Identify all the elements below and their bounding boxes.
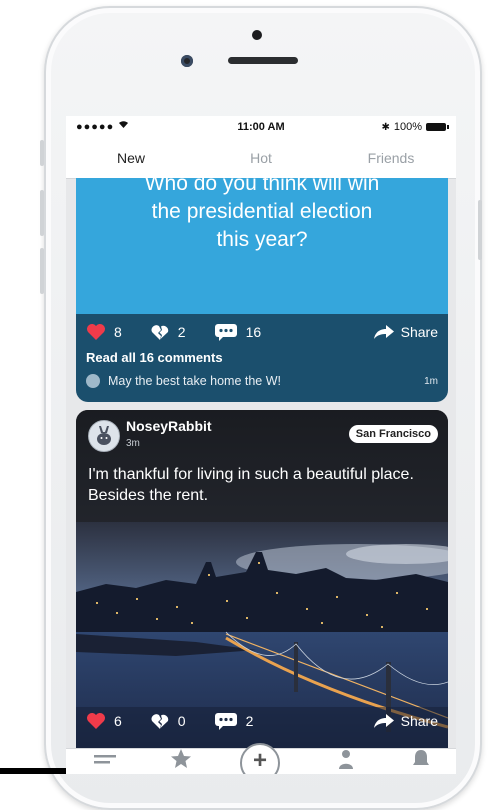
- post-time: 3m: [126, 438, 140, 449]
- menu-lines-icon: [94, 755, 116, 764]
- share-label: Share: [400, 713, 438, 729]
- comments-button[interactable]: 16: [214, 323, 262, 341]
- proximity-sensor: [252, 30, 262, 40]
- dislike-count: 0: [177, 713, 186, 729]
- tab-hot[interactable]: Hot: [196, 138, 326, 178]
- post-actions: 6 0 2 Share: [76, 704, 448, 738]
- share-arrow-icon: [373, 325, 394, 339]
- heart-icon: [87, 713, 105, 729]
- broken-heart-icon: [151, 714, 168, 729]
- comments-button[interactable]: 2: [214, 712, 254, 730]
- bell-icon: [413, 750, 429, 765]
- question-area: Who do you think will win the presidenti…: [76, 178, 448, 314]
- feed-tabs: New Hot Friends: [66, 138, 456, 179]
- commenter-avatar: [86, 374, 100, 388]
- location-badge[interactable]: San Francisco: [348, 425, 438, 443]
- profile-nav-button[interactable]: [338, 749, 354, 774]
- avatar[interactable]: [88, 420, 120, 452]
- like-button[interactable]: 8: [86, 323, 122, 341]
- share-label: Share: [400, 324, 438, 340]
- power-button: [478, 200, 482, 260]
- dislike-button[interactable]: 0: [150, 712, 186, 730]
- bottom-navigation: +: [66, 743, 456, 774]
- question-text: Who do you think will win the presidenti…: [96, 178, 428, 254]
- question-line: the presidential election: [151, 200, 373, 223]
- top-comment-text: May the best take home the W!: [108, 374, 281, 388]
- edge-artifact: [0, 768, 66, 774]
- like-count: 8: [114, 324, 122, 340]
- app-screen: ●●●●● 11:00 AM ✱ 100% New Hot Friends Wh…: [66, 116, 456, 774]
- activity-nav-button[interactable]: [412, 749, 430, 774]
- broken-heart-icon: [151, 325, 168, 340]
- person-icon: [339, 750, 353, 769]
- tab-friends[interactable]: Friends: [326, 138, 456, 178]
- question-line: Who do you think will win: [144, 178, 380, 195]
- comment-count: 16: [245, 324, 262, 340]
- star-icon: [171, 749, 191, 768]
- dislike-count: 2: [177, 324, 186, 340]
- volume-down-button: [40, 248, 44, 294]
- battery-status: ✱ 100%: [381, 121, 449, 133]
- volume-up-button: [40, 190, 44, 236]
- top-comment[interactable]: May the best take home the W! 1m: [86, 370, 438, 392]
- comment-count: 2: [245, 713, 254, 729]
- comment-icon: [214, 713, 237, 730]
- bluetooth-icon: ✱: [381, 121, 390, 133]
- read-all-comments-link[interactable]: Read all 16 comments: [86, 350, 223, 365]
- feed-nav-button[interactable]: [94, 753, 116, 774]
- like-button[interactable]: 6: [86, 712, 122, 730]
- rabbit-icon: [97, 426, 111, 445]
- battery-icon: [426, 123, 449, 131]
- like-count: 6: [114, 713, 122, 729]
- question-post-card[interactable]: Who do you think will win the presidenti…: [76, 178, 448, 402]
- photo-post-card[interactable]: NoseyRabbit 3m San Francisco I'm thankfu…: [76, 410, 448, 774]
- dislike-button[interactable]: 2: [150, 323, 186, 341]
- mute-switch: [40, 140, 44, 166]
- front-camera: [181, 55, 193, 67]
- tab-new[interactable]: New: [66, 138, 196, 178]
- status-bar: ●●●●● 11:00 AM ✱ 100%: [66, 116, 456, 138]
- post-text: I'm thankful for living in such a beauti…: [88, 466, 414, 504]
- share-arrow-icon: [373, 714, 394, 728]
- username[interactable]: NoseyRabbit: [126, 418, 212, 434]
- share-button[interactable]: Share: [373, 713, 438, 729]
- share-button[interactable]: Share: [373, 324, 438, 340]
- post-actions: 8 2 16 Share: [76, 315, 448, 349]
- favorites-nav-button[interactable]: [170, 749, 192, 774]
- new-post-button[interactable]: +: [240, 743, 280, 774]
- comment-icon: [214, 324, 237, 341]
- earpiece-speaker: [228, 57, 298, 64]
- question-line: this year?: [216, 228, 308, 251]
- heart-icon: [87, 324, 105, 340]
- top-comment-time: 1m: [424, 375, 438, 387]
- battery-percent: 100%: [393, 121, 422, 133]
